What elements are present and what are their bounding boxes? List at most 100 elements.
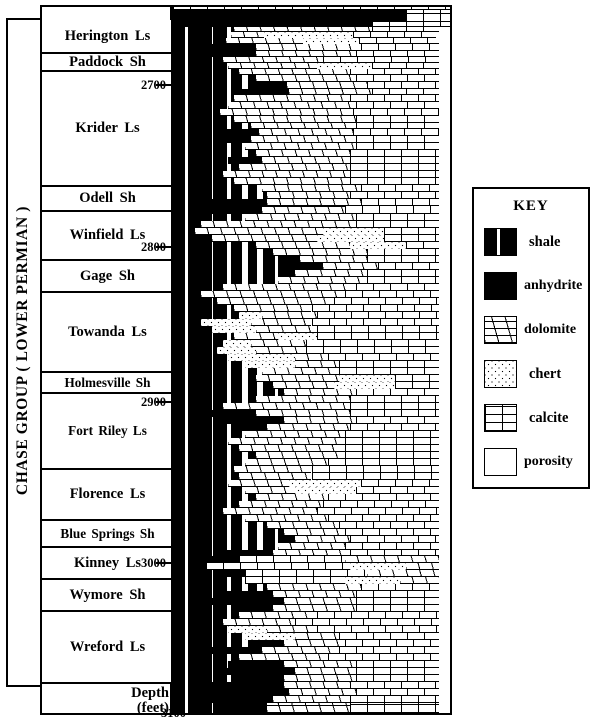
lithology-segment [256, 150, 351, 157]
lithology-segment [438, 661, 450, 668]
lithology-segment [222, 570, 246, 577]
lithology-segment [173, 661, 229, 668]
lithology-band [173, 10, 450, 22]
lithology-segment [173, 298, 218, 305]
lithology-segment [245, 577, 345, 584]
lithology-segment [173, 480, 229, 487]
lithology-segment [383, 235, 439, 242]
lithology-band [173, 375, 450, 382]
key-item: chert [484, 357, 588, 391]
lithology-segment [233, 305, 312, 312]
depth-axis-label: Depth (feet) [42, 684, 173, 717]
lithology-segment [438, 536, 450, 543]
formation-label: Krider Ls [75, 120, 140, 136]
lithology-band [173, 633, 450, 640]
lithology-segment [361, 199, 439, 206]
lithology-segment [217, 668, 295, 675]
formation-label: Blue Springs Sh [60, 525, 155, 541]
lithology-segment [173, 75, 257, 82]
lithology-segment [173, 473, 240, 480]
lithology-segment [339, 361, 439, 368]
lithology-segment [361, 584, 439, 591]
lithology-segment [438, 102, 450, 109]
lithology-segment [200, 291, 345, 298]
lithology-band [173, 277, 450, 284]
lithology-segment [438, 515, 450, 522]
lithology-band [173, 382, 450, 389]
lithology-segment [239, 501, 323, 508]
lithology-segment [173, 354, 229, 361]
lithology-segment [344, 529, 439, 536]
lithology-segment [173, 598, 212, 605]
lithology-segment [438, 466, 450, 473]
lithology-segment [200, 319, 251, 326]
lithology-segment [173, 689, 196, 696]
lithology-segment [344, 452, 439, 459]
lithology-segment [217, 298, 334, 305]
lithology-band [173, 647, 450, 654]
lithology-band [173, 675, 450, 682]
lithology-band [173, 333, 450, 340]
lithology-band [173, 242, 450, 249]
lithology-segment [438, 235, 450, 242]
lithology-band [173, 703, 450, 713]
lithology-segment [438, 452, 450, 459]
lithology-segment [438, 354, 450, 361]
lithology-segment [438, 164, 450, 171]
lithology-segment [438, 480, 450, 487]
lithology-band [173, 109, 450, 116]
lithology-segment [173, 102, 229, 109]
formation-row: Blue Springs Sh [42, 521, 173, 548]
lithology-segment [278, 277, 367, 284]
formation-row: Wreford Ls [42, 612, 173, 684]
lithology-band [173, 438, 450, 445]
lithology-segment [350, 171, 439, 178]
lithology-segment [256, 494, 329, 501]
lithology-segment [173, 612, 240, 619]
formation-row: Holmesville Sh [42, 373, 173, 394]
lithology-segment [438, 136, 450, 143]
lithology-segment [283, 529, 345, 536]
lithology-segment [328, 459, 439, 466]
lithology-segment [239, 312, 262, 319]
lithology-segment [239, 473, 312, 480]
lithology-segment [222, 171, 351, 178]
lithology-segment [256, 44, 362, 51]
lithology-segment [278, 256, 301, 263]
lithology-segment [355, 591, 439, 598]
lithology-segment [261, 312, 318, 319]
lithology-segment [245, 361, 295, 368]
lithology-segment [339, 647, 439, 654]
lithology-segment [438, 438, 450, 445]
key-label: chert [529, 365, 562, 382]
lithology-segment [339, 522, 439, 529]
lithology-segment [438, 703, 450, 713]
lithology-segment [366, 570, 439, 577]
lithology-segment [173, 263, 284, 270]
lithology-segment [173, 403, 223, 410]
lithology-segment [206, 563, 351, 570]
formation-label: Paddock Sh [69, 53, 146, 70]
lithology-segment [217, 417, 284, 424]
lithology-segment [438, 368, 450, 375]
lithology-segment [173, 508, 223, 515]
lithology-segment [206, 199, 268, 206]
lithology-segment [228, 661, 284, 668]
lithology-segment [173, 340, 223, 347]
key-item: shale [484, 225, 588, 259]
lithology-segment [272, 591, 356, 598]
lithology-segment [355, 102, 439, 109]
lithology-segment [173, 529, 284, 536]
lithology-segment [289, 480, 362, 487]
lithology-segment [233, 116, 356, 123]
lithology-band [173, 389, 450, 396]
lithology-segment [267, 626, 318, 633]
lithology-segment [438, 178, 450, 185]
lithology-segment [173, 164, 240, 171]
lithology-band [173, 235, 450, 242]
lithology-segment [173, 522, 268, 529]
lithology-segment [250, 340, 306, 347]
key-title: KEY [513, 198, 549, 214]
lithology-segment [217, 347, 257, 354]
lithology-band [173, 102, 450, 109]
